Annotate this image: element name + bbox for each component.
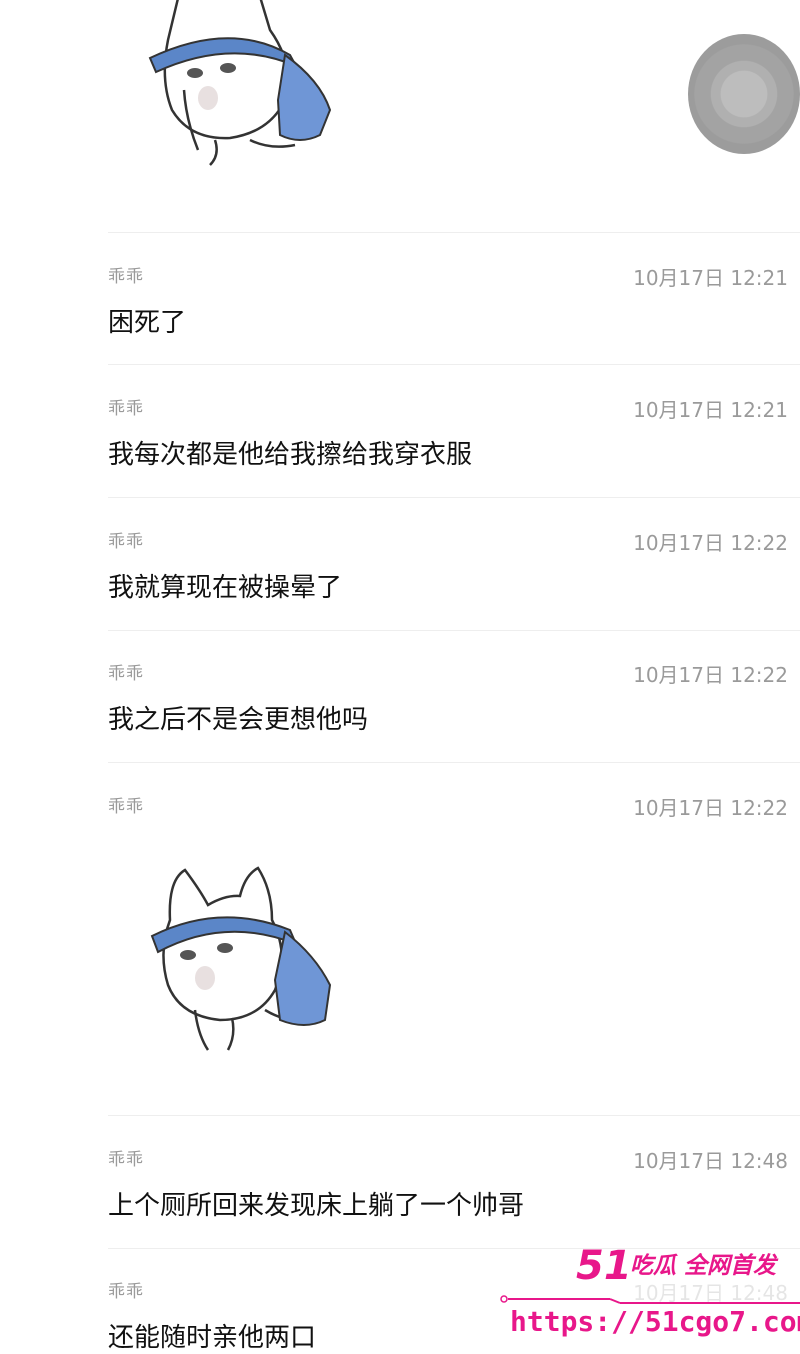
message-time: 10月17日 12:22 <box>633 796 788 820</box>
sender-name: 乖乖 <box>108 1282 144 1302</box>
watermark-number: 51 <box>576 1243 632 1289</box>
cat-sticker-top[interactable] <box>120 0 350 170</box>
divider <box>108 1115 800 1116</box>
divider <box>108 232 800 233</box>
message-text: 我就算现在被操晕了 <box>108 573 343 603</box>
cat-sticker-icon <box>163 0 296 166</box>
divider <box>108 364 800 365</box>
cat-sticker[interactable] <box>140 860 360 1060</box>
sender-name: 乖乖 <box>108 399 144 419</box>
message-text: 我之后不是会更想他吗 <box>108 705 369 735</box>
sender-name: 乖乖 <box>108 664 144 684</box>
list-item[interactable]: 乖乖 10月17日 12:22 <box>0 792 800 1112</box>
watermark-brand: 51 吃瓜 全网首发 <box>576 1236 800 1296</box>
list-item[interactable]: 乖乖 10月17日 12:21 困死了 <box>0 262 800 342</box>
divider <box>108 497 800 498</box>
list-item[interactable]: 乖乖 10月17日 12:21 我每次都是他给我擦给我穿衣服 <box>0 394 800 474</box>
list-item[interactable]: 乖乖 10月17日 12:48 上个厕所回来发现床上躺了一个帅哥 <box>0 1145 800 1225</box>
message-time: 10月17日 12:21 <box>633 398 788 422</box>
message-text: 我每次都是他给我擦给我穿衣服 <box>108 440 473 470</box>
sender-name: 乖乖 <box>108 797 144 817</box>
sender-name: 乖乖 <box>108 1150 144 1170</box>
watermark-tagline: 吃瓜 全网首发 <box>630 1253 777 1279</box>
list-item[interactable]: 乖乖 10月17日 12:22 我就算现在被操晕了 <box>0 527 800 607</box>
sender-name: 乖乖 <box>108 267 144 287</box>
message-text: 上个厕所回来发现床上躺了一个帅哥 <box>108 1191 525 1221</box>
message-text: 困死了 <box>108 308 187 338</box>
list-item[interactable]: 乖乖 10月17日 12:22 我之后不是会更想他吗 <box>0 659 800 739</box>
message-time: 10月17日 12:22 <box>633 531 788 555</box>
divider <box>108 630 800 631</box>
message-time: 10月17日 12:22 <box>633 663 788 687</box>
message-text: 还能随时亲他两口 <box>108 1323 317 1353</box>
message-time: 10月17日 12:48 <box>633 1149 788 1173</box>
divider <box>108 762 800 763</box>
avatar[interactable] <box>688 34 800 154</box>
sender-name: 乖乖 <box>108 532 144 552</box>
message-time: 10月17日 12:21 <box>633 266 788 290</box>
watermark-url: https://51cgo7.com <box>510 1305 800 1338</box>
